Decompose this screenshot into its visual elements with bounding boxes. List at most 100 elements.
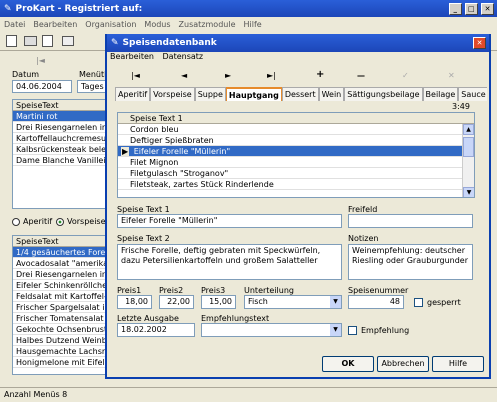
preis3-field[interactable]: 15,00 xyxy=(201,295,236,309)
list-item[interactable]: Drei Riesengarnelen in Kr xyxy=(13,269,106,280)
unterteilung-value: Fisch xyxy=(248,297,268,306)
notizen-field[interactable]: Weinempfehlung: deutscher Riesling oder … xyxy=(348,244,473,280)
list-item[interactable]: Eifeler Schinkenröllchen g xyxy=(13,280,106,291)
table-row[interactable]: Deftiger Spießbraten xyxy=(118,135,474,146)
speisenummer-field[interactable]: 48 xyxy=(348,295,404,309)
tab-suppe[interactable]: Suppe xyxy=(194,87,226,101)
menue-field[interactable]: Tages xyxy=(77,80,107,93)
radio-vorspeise[interactable] xyxy=(56,218,64,226)
new-icon[interactable] xyxy=(6,35,17,47)
table-row[interactable]: Filetsteak, zartes Stück Rinderlende xyxy=(118,179,474,190)
abbrechen-button[interactable]: Abbrechen xyxy=(377,356,429,372)
datum-field[interactable]: 04.06.2004 xyxy=(12,80,72,93)
main-titlebar: ✎ ProKart - Registriert auf: _ □ ✕ xyxy=(0,0,497,17)
menu-zusatzmodule[interactable]: Zusatzmodule xyxy=(175,20,240,29)
list-item[interactable]: Dame Blanche Vanilleis xyxy=(13,155,106,166)
menu-modus[interactable]: Modus xyxy=(140,20,174,29)
letzte-ausgabe-label: Letzte Ausgabe xyxy=(117,314,179,323)
cancel-record-icon[interactable]: ✕ xyxy=(448,71,455,80)
grid-scrollbar[interactable]: ▲ ▼ xyxy=(462,124,474,197)
list-item[interactable]: Halbes Dutzend Weinber xyxy=(13,335,106,346)
prev-record-icon[interactable]: ◄ xyxy=(181,71,187,80)
menu-bearbeiten[interactable]: Bearbeiten xyxy=(29,20,81,29)
row-pointer-icon: ▶ xyxy=(121,147,130,156)
tab-sauce[interactable]: Sauce xyxy=(458,87,487,101)
dialog-menu-bearbeiten[interactable]: Bearbeiten xyxy=(110,52,154,61)
empfehlungstext-select[interactable]: ▼ xyxy=(201,323,342,337)
list-item[interactable]: Gekochte Ochsenbrust m xyxy=(13,324,106,335)
dialog-menubar: Bearbeiten Datensatz xyxy=(107,52,489,65)
tab-vorspeise[interactable]: Vorspeise xyxy=(150,87,195,101)
empfehlungstext-label: Empfehlungstext xyxy=(201,314,270,323)
main-statusbar: Anzahl Menüs 8 xyxy=(0,387,497,402)
preview-icon[interactable] xyxy=(42,35,53,47)
confirm-record-icon[interactable]: ✓ xyxy=(402,71,409,80)
radio-aperitif-label: Aperitif xyxy=(23,217,53,226)
list-item[interactable]: Avocadosalat "amerikanis xyxy=(13,258,106,269)
print-icon[interactable] xyxy=(24,36,37,46)
dialog-close-button[interactable]: ✕ xyxy=(473,37,486,49)
list-item[interactable]: Hausgemachte Lachsroul xyxy=(13,346,106,357)
tab-dessert[interactable]: Dessert xyxy=(281,87,319,101)
first-record-icon[interactable]: |◄ xyxy=(131,71,140,80)
table-row[interactable]: Filet Mignon xyxy=(118,157,474,168)
next-record-icon[interactable]: ► xyxy=(225,71,231,80)
dialog-titlebar: ✎ Speisendatenbank ✕ xyxy=(107,34,489,52)
table-row[interactable]: Filetgulasch "Stroganov" xyxy=(118,168,474,179)
radio-aperitif[interactable] xyxy=(12,218,20,226)
scroll-thumb[interactable] xyxy=(463,137,474,157)
tab-beilage[interactable]: Beilage xyxy=(422,87,459,101)
tab-wein[interactable]: Wein xyxy=(318,87,345,101)
notizen-label: Notizen xyxy=(348,234,379,243)
table-row[interactable]: Cordon bleu xyxy=(118,124,474,135)
menu-organisation[interactable]: Organisation xyxy=(81,20,140,29)
scroll-down-icon[interactable]: ▼ xyxy=(463,187,474,197)
scroll-up-icon[interactable]: ▲ xyxy=(463,124,474,135)
dish-grid: Speise Text 1 Cordon bleu Deftiger Spieß… xyxy=(117,112,475,198)
delete-record-icon[interactable]: — xyxy=(357,71,365,80)
list-item[interactable]: Feldsalat mit Kartoffel-Spe xyxy=(13,291,106,302)
menu-hilfe[interactable]: Hilfe xyxy=(239,20,265,29)
freifeld-field[interactable] xyxy=(348,214,473,228)
main-nav-left-icon[interactable]: |◄ xyxy=(36,56,45,65)
list-item[interactable]: Drei Riesengarnelen in Kr xyxy=(13,122,106,133)
list-item[interactable]: Martini rot xyxy=(13,111,106,122)
ok-button[interactable]: OK xyxy=(322,356,374,372)
last-record-icon[interactable]: ►| xyxy=(267,71,276,80)
table-row-selected[interactable]: ▶ Eifeler Forelle "Müllerin" xyxy=(118,146,474,157)
preis1-field[interactable]: 18,00 xyxy=(117,295,152,309)
list-item[interactable]: Honigmelone mit Eifeler K xyxy=(13,357,106,368)
menue-label: Menütl xyxy=(79,70,107,79)
list-item[interactable]: Frischer Tomatensalat xyxy=(13,313,106,324)
gesperrt-checkbox[interactable] xyxy=(414,298,423,307)
preis2-label: Preis2 xyxy=(159,286,184,295)
dropdown-arrow-icon[interactable]: ▼ xyxy=(330,296,341,308)
hilfe-button[interactable]: Hilfe xyxy=(432,356,484,372)
speisetext1-field[interactable]: Eifeler Forelle "Müllerin" xyxy=(117,214,342,228)
tab-hauptgang[interactable]: Hauptgang xyxy=(225,87,282,101)
list-item[interactable]: Kalbsrückensteak belegt xyxy=(13,144,106,155)
menu-datei[interactable]: Datei xyxy=(0,20,29,29)
list-item[interactable]: Kartoffellauchcremesuppe xyxy=(13,133,106,144)
empfehlung-checkbox[interactable] xyxy=(348,326,357,335)
preis2-field[interactable]: 22,00 xyxy=(159,295,194,309)
letzte-ausgabe-field[interactable]: 18.02.2002 xyxy=(117,323,195,337)
preis3-label: Preis3 xyxy=(201,286,226,295)
dialog-menu-datensatz[interactable]: Datensatz xyxy=(163,52,204,61)
close-button[interactable]: ✕ xyxy=(481,2,494,15)
tab-aperitif[interactable]: Aperitif xyxy=(115,87,151,101)
minimize-button[interactable]: _ xyxy=(448,2,462,15)
tab-saettigungsbeilage[interactable]: Sättigungsbeilage xyxy=(344,87,423,101)
speisetext2-field[interactable]: Frische Forelle, deftig gebraten mit Spe… xyxy=(117,244,342,280)
maximize-button[interactable]: □ xyxy=(464,2,478,15)
unterteilung-select[interactable]: Fisch ▼ xyxy=(244,295,342,309)
preis1-label: Preis1 xyxy=(117,286,142,295)
grid-icon[interactable] xyxy=(62,36,74,46)
speisetext2-label: Speise Text 2 xyxy=(117,234,170,243)
list-item[interactable]: 1/4 gesäuchertes Foreller xyxy=(13,247,106,258)
add-record-icon[interactable]: + xyxy=(316,69,324,80)
speisenummer-label: Speisenummer xyxy=(348,286,409,295)
dropdown-arrow-icon[interactable]: ▼ xyxy=(330,324,341,336)
app-icon: ✎ xyxy=(4,3,12,14)
list-item[interactable]: Frischer Spargelsalat in K xyxy=(13,302,106,313)
